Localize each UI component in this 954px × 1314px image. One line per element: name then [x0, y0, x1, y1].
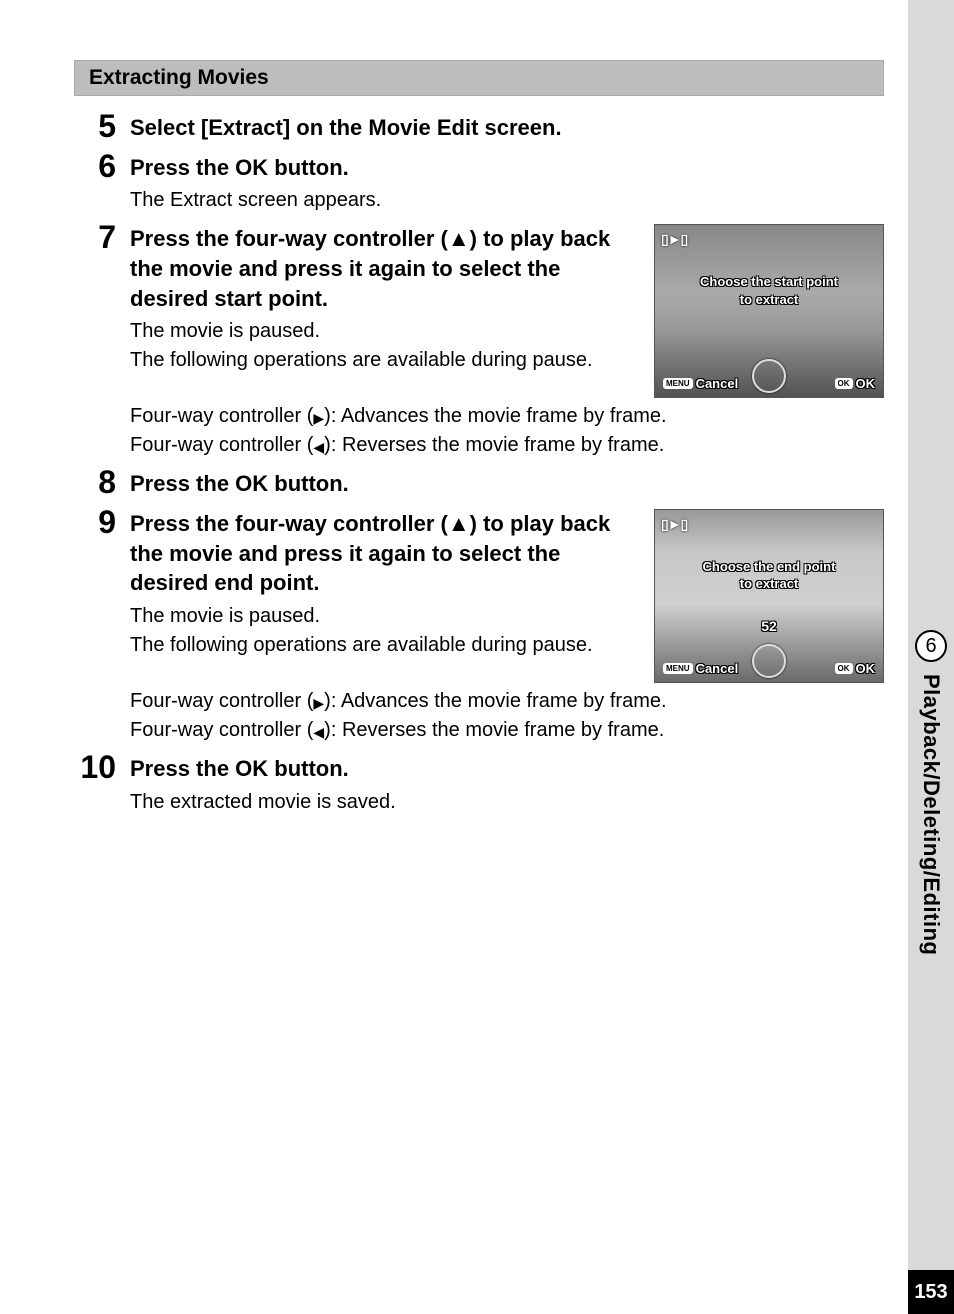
left-icon: ◀ — [313, 724, 324, 740]
step-8: 8 Press the OK button. — [74, 466, 884, 500]
camera-screen-start: ▯►▯ Choose the start pointto extract MEN… — [654, 224, 884, 398]
camera-screen-end: ▯►▯ Choose the end pointto extract 52 ME… — [654, 509, 884, 683]
cancel-label: Cancel — [696, 376, 739, 391]
section-header: Extracting Movies — [74, 60, 884, 96]
step-10: 10 Press the OK button. The extracted mo… — [74, 751, 884, 817]
screen-prompt: Choose the start pointto extract — [655, 273, 883, 308]
extract-mode-icon: ▯►▯ — [661, 231, 687, 248]
content-area: Extracting Movies 5 Select [Extract] on … — [74, 60, 884, 823]
step-description: The Extract screen appears. — [130, 186, 884, 215]
step-9: 9 Press the four-way controller (▲) to p… — [74, 506, 884, 745]
menu-tag: MENU — [663, 378, 693, 389]
step-number: 9 — [74, 506, 130, 745]
ok-tag: OK — [835, 378, 853, 389]
cancel-label: Cancel — [696, 661, 739, 676]
chapter-title: Playback/Deleting/Editing — [918, 674, 944, 955]
manual-page: 6 Playback/Deleting/Editing 153 Extracti… — [0, 0, 954, 1314]
step-5: 5 Select [Extract] on the Movie Edit scr… — [74, 110, 884, 144]
step-heading: Press the OK button. — [130, 754, 884, 784]
step-number: 10 — [74, 751, 130, 817]
step-description: The movie is paused. The following opera… — [130, 317, 636, 375]
step-heading: Press the four-way controller (▲) to pla… — [130, 509, 636, 598]
step-description: The movie is paused. The following opera… — [130, 602, 636, 660]
right-icon: ▶ — [313, 695, 324, 711]
right-icon: ▶ — [313, 410, 324, 426]
chapter-number: 6 — [915, 630, 947, 662]
step-number: 8 — [74, 466, 130, 500]
step-description: The extracted movie is saved. — [130, 788, 884, 817]
screen-prompt: Choose the end pointto extract — [655, 558, 883, 593]
step-heading: Press the four-way controller (▲) to pla… — [130, 224, 636, 313]
left-icon: ◀ — [313, 439, 324, 455]
ok-label: OK — [856, 661, 876, 676]
step-description: Four-way controller (▶): Advances the mo… — [130, 402, 884, 460]
frame-counter: 52 — [655, 618, 883, 634]
ok-label: OK — [856, 376, 876, 391]
step-number: 7 — [74, 221, 130, 460]
step-7: 7 Press the four-way controller (▲) to p… — [74, 221, 884, 460]
step-heading: Select [Extract] on the Movie Edit scree… — [130, 113, 884, 143]
page-number: 153 — [908, 1270, 954, 1314]
menu-tag: MENU — [663, 663, 693, 674]
step-number: 6 — [74, 150, 130, 216]
step-heading: Press the OK button. — [130, 153, 884, 183]
step-heading: Press the OK button. — [130, 469, 884, 499]
ok-tag: OK — [835, 663, 853, 674]
steps-list: 5 Select [Extract] on the Movie Edit scr… — [74, 110, 884, 817]
step-6: 6 Press the OK button. The Extract scree… — [74, 150, 884, 216]
step-description: Four-way controller (▶): Advances the mo… — [130, 687, 884, 745]
extract-mode-icon: ▯►▯ — [661, 516, 687, 533]
chapter-tab: 6 Playback/Deleting/Editing — [908, 630, 954, 955]
step-number: 5 — [74, 110, 130, 144]
